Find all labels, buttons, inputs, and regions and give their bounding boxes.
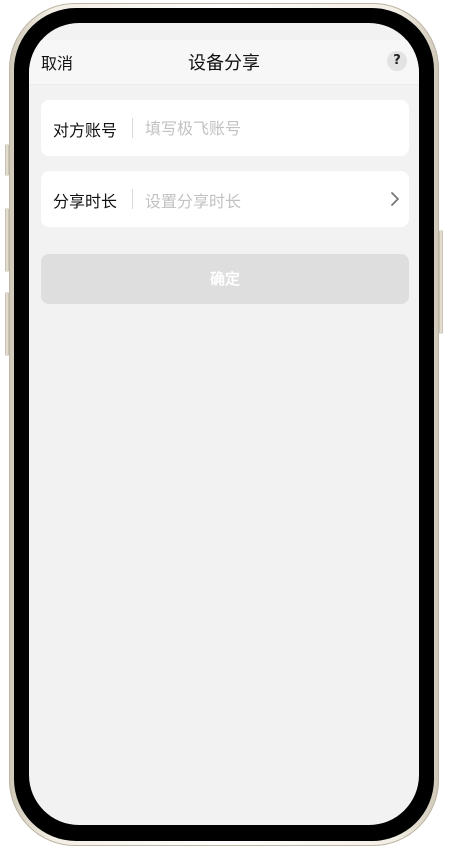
chevron-right-icon xyxy=(391,192,399,206)
page-title: 设备分享 xyxy=(188,53,260,74)
duration-row[interactable]: 分享时长 设置分享时长 xyxy=(41,171,409,227)
account-input[interactable] xyxy=(145,112,395,144)
phone-mockup: 取消 设备分享 ? 对方账号 分享时长 设置分享时长 确定 xyxy=(0,0,449,851)
app-screen: 取消 设备分享 ? 对方账号 分享时长 设置分享时长 确定 xyxy=(29,23,419,825)
account-divider xyxy=(132,118,133,138)
mute-switch xyxy=(5,144,9,176)
duration-placeholder: 设置分享时长 xyxy=(145,192,242,211)
help-icon[interactable]: ? xyxy=(387,51,407,71)
volume-down-button xyxy=(5,292,9,356)
volume-up-button xyxy=(5,208,9,272)
account-row: 对方账号 xyxy=(41,100,409,156)
confirm-button[interactable]: 确定 xyxy=(41,254,409,304)
nav-bar: 取消 设备分享 ? xyxy=(29,40,419,85)
duration-divider xyxy=(132,189,133,209)
account-label: 对方账号 xyxy=(53,121,118,140)
power-button xyxy=(439,230,443,334)
duration-label: 分享时长 xyxy=(53,192,118,211)
